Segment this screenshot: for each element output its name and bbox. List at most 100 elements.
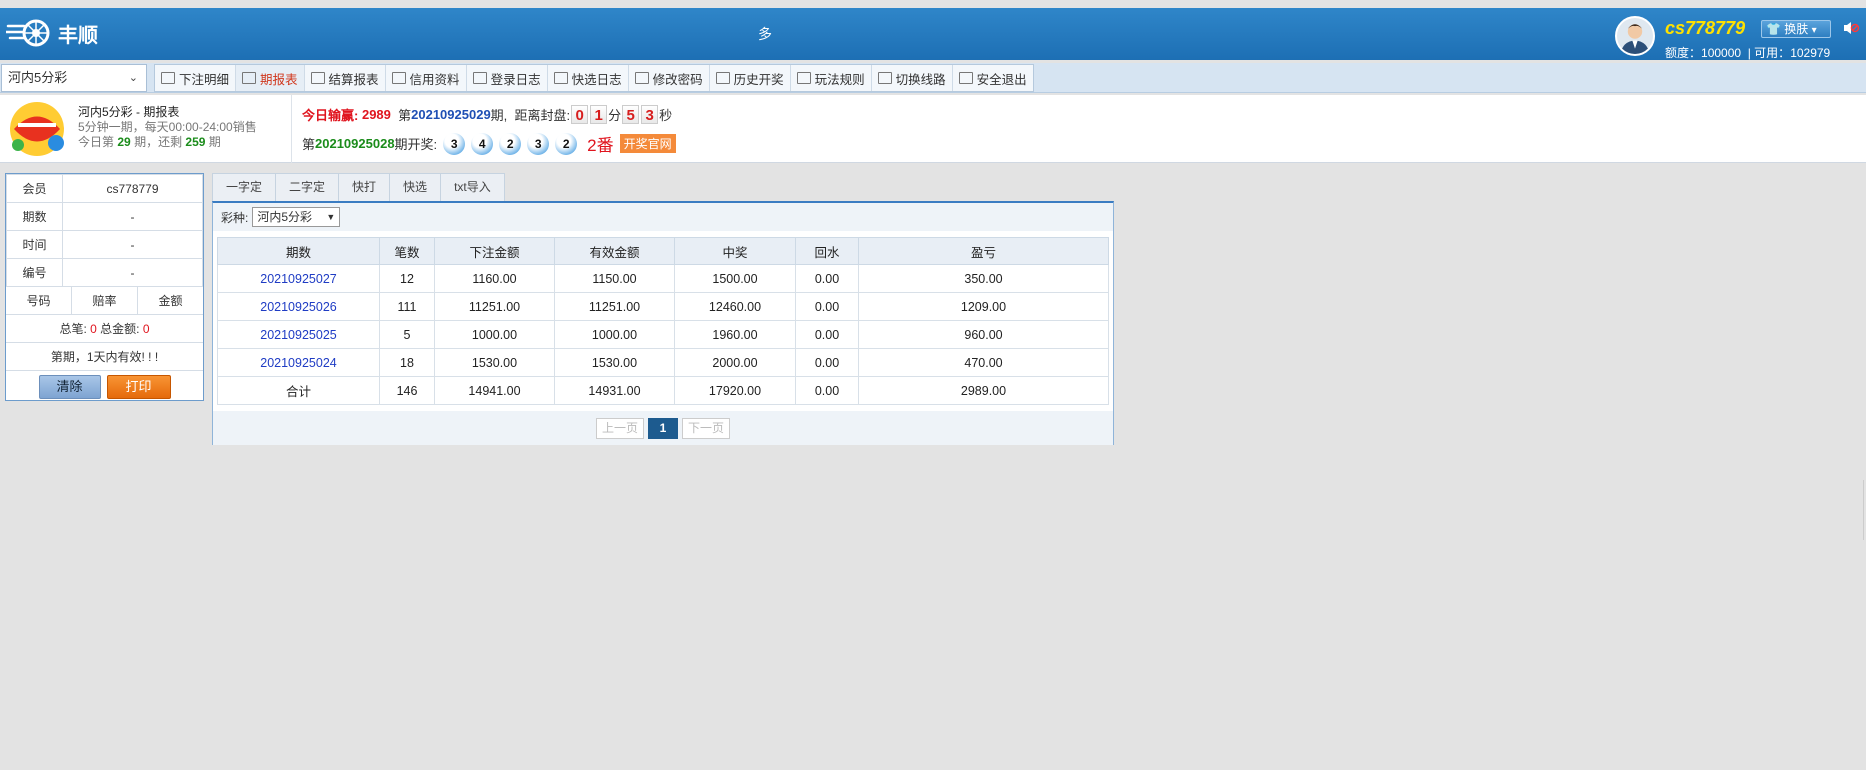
cell-count: 111 <box>379 292 435 321</box>
print-button[interactable]: 打印 <box>106 375 171 399</box>
next-page-button[interactable]: 下一页 <box>682 417 731 439</box>
menu-item-label: 切换线路 <box>895 72 946 87</box>
total-count: 146 <box>379 376 435 405</box>
cell-profit: 1209.00 <box>858 292 1109 321</box>
lottery-type-label: 彩种: <box>221 210 249 225</box>
col-number: 号码 <box>6 287 72 314</box>
slip-totals: 总笔: 0 总金额: 0 <box>6 315 203 343</box>
table-row: 会员 cs778779 <box>6 174 203 203</box>
countdown-digit: 3 <box>641 105 659 124</box>
official-site-button[interactable]: 开奖官网 <box>619 134 676 153</box>
report-panel: 一字定 二字定 快打 快选 txt导入 彩种: 河内5分彩 ▼ 期数 笔数 下注… <box>212 173 1114 445</box>
cell-bet: 11251.00 <box>434 292 555 321</box>
table-row: 20210925025 5 1000.00 1000.00 1960.00 0.00 960… <box>217 320 1109 349</box>
menu-item[interactable]: 信用资料 <box>386 65 467 91</box>
game-schedule: 河内5分彩 - 期报表 5分钟一期，每天00:00-24:00销售 今日第 29… <box>78 105 257 150</box>
cur-prefix: 第 <box>398 108 412 123</box>
table-row: 编号 - <box>6 258 203 287</box>
wifi-icon <box>877 72 892 84</box>
col-rebate: 回水 <box>795 237 859 265</box>
monitor-icon <box>472 72 487 84</box>
prev-page-button[interactable]: 上一页 <box>595 417 644 439</box>
lottery-type-select[interactable]: 河内5分彩 ▼ <box>252 207 341 227</box>
menu-item[interactable]: 下注明细 <box>155 65 237 91</box>
col-win: 中奖 <box>674 237 796 265</box>
menu-item[interactable]: 历史开奖 <box>710 65 791 91</box>
cell-valid: 1000.00 <box>554 320 675 349</box>
page-1-button[interactable]: 1 <box>648 417 678 439</box>
total-valid: 14931.00 <box>554 376 675 405</box>
menu-item[interactable]: 切换线路 <box>872 65 953 91</box>
menu-item[interactable]: 期报表 <box>236 65 305 91</box>
game-select-value: 河内5分彩 <box>8 70 68 85</box>
tab-two-digit[interactable]: 二字定 <box>275 173 340 201</box>
avatar[interactable] <box>1615 16 1655 56</box>
tab-quick-select[interactable]: 快选 <box>389 173 442 201</box>
skin-dropdown[interactable]: 👕 换肤 ▾ <box>1761 20 1831 38</box>
lottery-logo-icon <box>10 102 64 156</box>
mute-icon[interactable] <box>1842 20 1860 36</box>
cell-rebate: 0.00 <box>795 292 859 321</box>
list-icon <box>161 72 175 84</box>
menu-item[interactable]: 快选日志 <box>548 65 629 91</box>
tab-quick-bet[interactable]: 快打 <box>338 173 391 201</box>
cell-rebate: 0.00 <box>795 348 859 377</box>
clear-button[interactable]: 清除 <box>38 375 101 399</box>
tab-txt-import[interactable]: txt导入 <box>440 173 505 201</box>
menu-item[interactable]: 登录日志 <box>467 65 548 91</box>
period-link[interactable]: 20210925024 <box>217 348 380 377</box>
bar-chart-icon <box>242 72 257 84</box>
draw-ball: 2 <box>555 132 578 155</box>
layers-icon <box>796 72 811 84</box>
today-prefix: 今日第 <box>78 135 115 149</box>
today-mid: 期，还剩 <box>134 135 183 149</box>
close-label: 距离封盘: <box>514 108 571 123</box>
monitor-icon <box>958 72 973 84</box>
total-count: 0 <box>90 322 97 336</box>
available-label: | 可用： <box>1747 46 1791 60</box>
menu-item[interactable]: 安全退出 <box>953 65 1033 91</box>
menu-item-label: 历史开奖 <box>733 72 784 87</box>
slip-actions: 清除 打印 <box>6 371 203 403</box>
main-menu: 下注明细 期报表 结算报表 信用资料 登录日志 快选日志 修改密码 历史开奖 玩法规则 切换线路 安… <box>154 64 1034 92</box>
cell-count: 12 <box>379 264 435 293</box>
menu-item[interactable]: 结算报表 <box>305 65 386 91</box>
period-link[interactable]: 20210925027 <box>217 264 380 293</box>
period-link[interactable]: 20210925025 <box>217 320 380 349</box>
filter-row: 彩种: 河内5分彩 ▼ <box>213 203 1113 231</box>
cell-valid: 11251.00 <box>554 292 675 321</box>
brand-logo: 丰顺 <box>6 18 98 48</box>
remaining-periods: 259 <box>185 135 206 149</box>
draw-ball: 4 <box>471 132 494 155</box>
flame-wheel-icon <box>6 19 50 47</box>
col-count: 笔数 <box>379 237 435 265</box>
table-row: 时间 - <box>6 230 203 259</box>
cell-win: 2000.00 <box>674 348 796 377</box>
menu-item[interactable]: 修改密码 <box>629 65 710 91</box>
slip-column-headers: 号码 赔率 金额 <box>6 287 203 315</box>
code-label: 编号 <box>6 258 63 287</box>
skin-label: 换肤 <box>1784 22 1809 36</box>
menu-item-label: 修改密码 <box>652 72 703 87</box>
cell-valid: 1530.00 <box>554 348 675 377</box>
cell-valid: 1150.00 <box>554 264 675 293</box>
member-label: 会员 <box>6 174 63 203</box>
menu-item[interactable]: 玩法规则 <box>791 65 872 91</box>
member-value: cs778779 <box>62 174 203 203</box>
period-report-table: 期数 笔数 下注金额 有效金额 中奖 回水 盈亏 20210925027 12 11… <box>217 237 1109 405</box>
cell-win: 1960.00 <box>674 320 796 349</box>
cell-bet: 1000.00 <box>434 320 555 349</box>
game-select[interactable]: 河内5分彩 ⌄ <box>1 64 147 92</box>
menu-item-label: 玩法规则 <box>814 72 865 87</box>
period-link[interactable]: 20210925026 <box>217 292 380 321</box>
code-value: - <box>62 258 203 287</box>
today-suffix: 期 <box>208 135 221 149</box>
col-odds: 赔率 <box>72 287 138 314</box>
total-count-label: 总笔: <box>59 322 87 336</box>
col-profit: 盈亏 <box>858 237 1109 265</box>
tab-one-digit[interactable]: 一字定 <box>212 173 277 201</box>
last-draw: 第 20210925028 期开奖: 34232 2番 开奖官网 <box>302 131 676 156</box>
menu-item-label: 登录日志 <box>490 72 541 87</box>
cell-bet: 1530.00 <box>434 348 555 377</box>
countdown-digit: 0 <box>571 105 589 124</box>
